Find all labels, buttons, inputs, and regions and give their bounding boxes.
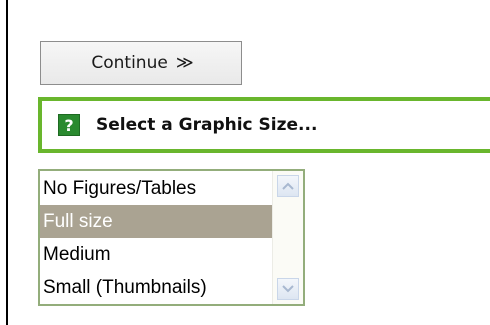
continue-button-label: Continue bbox=[91, 53, 168, 73]
listbox-scrollbar[interactable] bbox=[272, 171, 303, 304]
chevron-up-icon[interactable] bbox=[277, 175, 299, 197]
list-option-no-figures-tables[interactable]: No Figures/Tables bbox=[40, 172, 274, 205]
left-border-divider bbox=[6, 0, 8, 325]
continue-button[interactable]: Continue ≫ bbox=[40, 41, 242, 85]
list-option-small-thumbnails[interactable]: Small (Thumbnails) bbox=[40, 271, 274, 304]
list-option-full-size[interactable]: Full size bbox=[40, 205, 274, 238]
double-chevron-right-icon: ≫ bbox=[175, 53, 194, 73]
graphic-size-listbox[interactable]: No Figures/Tables Full size Medium Small… bbox=[38, 169, 305, 306]
chevron-down-icon[interactable] bbox=[277, 278, 299, 300]
page: Continue ≫ ? Select a Graphic Size... No… bbox=[0, 0, 490, 325]
prompt-text: Select a Graphic Size... bbox=[96, 115, 318, 135]
graphic-size-prompt: ? Select a Graphic Size... bbox=[38, 97, 490, 153]
list-option-medium[interactable]: Medium bbox=[40, 238, 274, 271]
listbox-options: No Figures/Tables Full size Medium Small… bbox=[40, 172, 274, 304]
question-mark-icon[interactable]: ? bbox=[58, 114, 80, 136]
